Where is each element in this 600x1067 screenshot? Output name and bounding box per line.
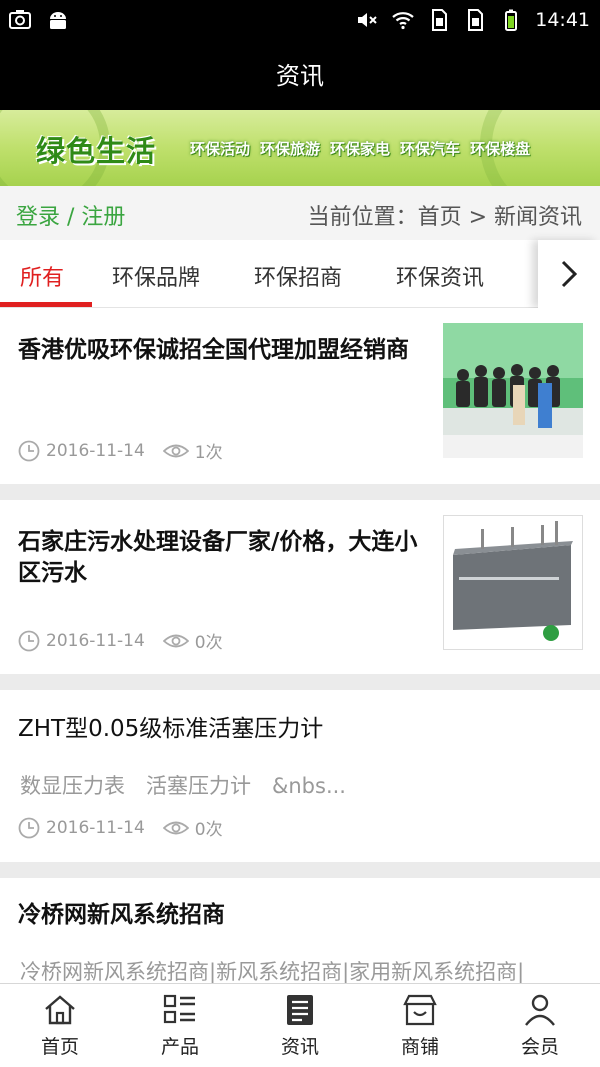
sim1-icon <box>432 9 448 31</box>
nav-member[interactable]: 会员 <box>480 984 600 1067</box>
tab-eco-investment[interactable]: 环保招商 <box>254 260 342 292</box>
news-description: 冷桥网新风系统招商|新风系统招商|家用新风系统招商| <box>20 960 525 984</box>
mute-icon <box>358 13 377 27</box>
news-date: 2016-11-14 <box>18 440 145 462</box>
news-views-text: 0次 <box>194 633 223 653</box>
tabs-scroll-right-button[interactable] <box>538 240 600 308</box>
bottom-nav: 首页 产品 资讯 商铺 会员 <box>0 983 600 1067</box>
clock-icon <box>18 817 40 838</box>
banner-item: 环保汽车 <box>400 140 461 158</box>
status-bar: 14:41 <box>0 0 600 42</box>
news-date: 2016-11-14 <box>18 630 145 652</box>
news-title: 冷桥网新风系统招商 <box>18 902 225 928</box>
news-description: 数显压力表 活塞压力计 &nbs... <box>20 774 346 798</box>
list-icon <box>163 994 195 1024</box>
tab-eco-news[interactable]: 环保资讯 <box>396 260 484 292</box>
eye-icon <box>162 821 189 834</box>
eye-icon <box>162 634 189 647</box>
shop-icon <box>403 994 437 1026</box>
tab-all[interactable]: 所有 <box>20 260 64 292</box>
nav-products[interactable]: 产品 <box>120 984 240 1067</box>
news-item[interactable]: 香港优吸环保诚招全国代理加盟经销商 2016-11-14 1次 <box>0 308 600 484</box>
location-bar: 登录 / 注册 当前位置：首页 > 新闻资讯 <box>0 186 600 240</box>
nav-label: 产品 <box>160 1036 199 1058</box>
banner-title: 绿色生活 <box>36 134 157 168</box>
battery-icon <box>505 9 518 31</box>
screenshot-icon <box>9 10 31 29</box>
banner-item: 环保活动 <box>190 140 251 158</box>
news-title: 石家庄污水处理设备厂家/价格，大连小区污水 <box>18 529 418 586</box>
nav-shops[interactable]: 商铺 <box>360 984 480 1067</box>
news-views: 1次 <box>162 438 223 463</box>
news-views-text: 0次 <box>194 820 223 840</box>
news-date-text: 2016-11-14 <box>46 630 145 651</box>
page-title: 资讯 <box>0 42 600 110</box>
clock-icon <box>18 440 40 461</box>
news-meta: 2016-11-14 1次 <box>18 438 241 463</box>
user-icon <box>525 994 555 1026</box>
banner-item: 环保家电 <box>330 140 391 158</box>
banner[interactable]: 绿色生活 环保活动 环保旅游 环保家电 环保汽车 环保楼盘 <box>0 110 600 186</box>
news-title: ZHT型0.05级标准活塞压力计 <box>18 716 324 742</box>
tab-eco-brand[interactable]: 环保品牌 <box>112 260 200 292</box>
clock: 14:41 <box>535 9 590 31</box>
breadcrumb: 当前位置：首页 > 新闻资讯 <box>307 205 582 230</box>
news-thumbnail-sewage-equipment <box>443 515 583 650</box>
banner-item: 环保楼盘 <box>470 140 531 158</box>
nav-home[interactable]: 首页 <box>0 984 120 1067</box>
banner-item: 环保旅游 <box>260 140 321 158</box>
news-views: 0次 <box>162 628 223 653</box>
clock-icon <box>18 630 40 651</box>
chevron-right-icon <box>561 260 578 288</box>
wifi-icon <box>392 12 414 30</box>
android-icon <box>50 12 66 29</box>
news-date: 2016-11-14 <box>18 817 145 839</box>
nav-label: 资讯 <box>280 1036 319 1058</box>
banner-items: 环保活动 环保旅游 环保家电 环保汽车 环保楼盘 <box>190 138 530 159</box>
nav-label: 商铺 <box>400 1036 439 1058</box>
nav-label: 会员 <box>520 1036 559 1058</box>
news-date-text: 2016-11-14 <box>46 440 145 461</box>
eye-icon <box>162 444 189 457</box>
news-item[interactable]: ZHT型0.05级标准活塞压力计 数显压力表 活塞压力计 &nbs... 201… <box>0 690 600 862</box>
sim2-icon <box>468 9 484 31</box>
news-meta: 2016-11-14 0次 <box>18 628 241 653</box>
nav-news[interactable]: 资讯 <box>240 984 360 1067</box>
news-views: 0次 <box>162 815 223 840</box>
news-views-text: 1次 <box>194 443 223 463</box>
category-tabs: 所有 环保品牌 环保招商 环保资讯 | <box>0 240 600 308</box>
news-meta: 2016-11-14 0次 <box>18 815 241 840</box>
home-icon <box>45 995 75 1025</box>
login-register-link[interactable]: 登录 / 注册 <box>16 199 125 231</box>
news-date-text: 2016-11-14 <box>46 817 145 838</box>
news-item[interactable]: 石家庄污水处理设备厂家/价格，大连小区污水 2016-11-14 0次 <box>0 500 600 674</box>
news-title: 香港优吸环保诚招全国代理加盟经销商 <box>18 337 409 363</box>
news-icon <box>287 995 313 1025</box>
news-item[interactable]: 冷桥网新风系统招商 冷桥网新风系统招商|新风系统招商|家用新风系统招商| <box>0 878 600 988</box>
nav-label: 首页 <box>40 1036 79 1058</box>
app-screen: 14:41 资讯 绿色生活 环保活动 环保旅游 环保家电 环保汽车 环保楼盘 登… <box>0 0 600 1067</box>
news-thumbnail-group-photo <box>443 323 583 458</box>
active-tab-indicator <box>0 302 92 307</box>
